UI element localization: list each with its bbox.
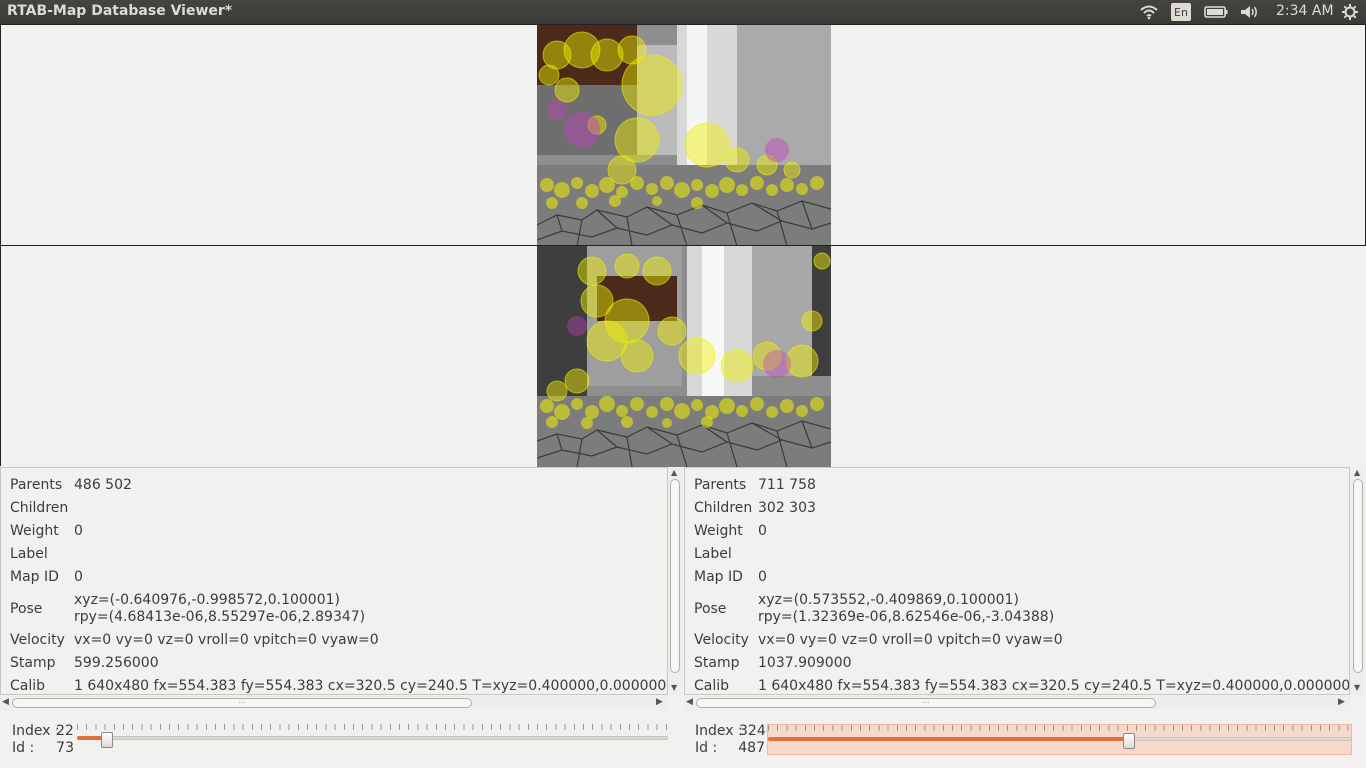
index-value: 22: [56, 723, 74, 739]
children-value: 302 303: [758, 500, 816, 516]
image-view-a[interactable]: [0, 24, 1366, 246]
scroll-right-arrow-icon[interactable]: ▶: [656, 697, 663, 707]
parents-label: Parents: [694, 477, 747, 493]
velocity-value: vx=0 vy=0 vz=0 vroll=0 vpitch=0 vyaw=0: [74, 632, 379, 648]
mapid-label: Map ID: [694, 569, 743, 585]
pose-label: Pose: [10, 601, 43, 617]
id-label: Id :: [695, 740, 718, 756]
clock[interactable]: 2:34 AM: [1276, 3, 1334, 19]
node-index-slider-right[interactable]: [767, 724, 1352, 755]
weight-value: 0: [758, 523, 767, 539]
node-index-slider-left[interactable]: [77, 724, 668, 752]
top-panel: RTAB-Map Database Viewer* En 2:34 AM: [0, 0, 1366, 24]
scroll-right-arrow-icon[interactable]: ▶: [1338, 697, 1345, 707]
scrollbar-thumb[interactable]: [1353, 479, 1363, 673]
scroll-down-arrow-icon[interactable]: ▼: [1354, 683, 1360, 692]
mapid-label: Map ID: [10, 569, 59, 585]
calib-label: Calib: [10, 678, 46, 694]
right-info-horizontal-scrollbar[interactable]: ◀ ··· ▶: [684, 696, 1350, 710]
slider-ticks: [77, 724, 668, 730]
left-info-horizontal-scrollbar[interactable]: ◀ ··· ▶: [0, 696, 668, 710]
scroll-down-arrow-icon[interactable]: ▼: [671, 683, 677, 692]
parents-label: Parents: [10, 477, 63, 493]
weight-label: Weight: [10, 523, 59, 539]
scroll-left-arrow-icon[interactable]: ◀: [686, 697, 693, 707]
scroll-up-arrow-icon[interactable]: ▲: [1354, 468, 1360, 477]
parents-value: 711 758: [758, 477, 816, 493]
window-title: RTAB-Map Database Viewer*: [7, 3, 233, 19]
stamp-value: 1037.909000: [758, 655, 852, 671]
weight-label: Weight: [694, 523, 743, 539]
index-label: Index :: [695, 723, 743, 739]
calib-value: 1 640x480 fx=554.383 fy=554.383 cx=320.5…: [758, 678, 1350, 694]
pose-xyz-value: xyz=(0.573552,-0.409869,0.100001): [758, 592, 1019, 608]
id-label: Id :: [12, 740, 35, 756]
node-info-left[interactable]: Parents 486 502 Children Weight 0 Label Ma…: [0, 467, 668, 695]
id-value: 73: [56, 740, 74, 756]
parents-value: 486 502: [74, 477, 132, 493]
id-value: 487: [738, 740, 765, 756]
slider-handle[interactable]: [1123, 733, 1135, 749]
pose-rpy-value: rpy=(1.32369e-06,8.62546e-06,-3.04388): [758, 609, 1055, 625]
left-info-vertical-scrollbar[interactable]: ▲ ▼: [668, 467, 682, 695]
stamp-label: Stamp: [694, 655, 740, 671]
slider-groove: [77, 736, 668, 740]
scroll-left-arrow-icon[interactable]: ◀: [2, 697, 9, 707]
children-label: Children: [10, 500, 69, 516]
mapid-value: 0: [74, 569, 83, 585]
slider-fill: [768, 737, 1129, 741]
battery-icon[interactable]: [1203, 0, 1229, 24]
keyboard-layout-indicator[interactable]: En: [1171, 3, 1191, 21]
index-label: Index :: [12, 723, 60, 739]
image-view-b[interactable]: [0, 245, 1366, 467]
scrollbar-thumb[interactable]: [670, 479, 680, 673]
slider-handle[interactable]: [101, 732, 113, 748]
pose-xyz-value: xyz=(-0.640976,-0.998572,0.100001): [74, 592, 340, 608]
velocity-value: vx=0 vy=0 vz=0 vroll=0 vpitch=0 vyaw=0: [758, 632, 1063, 648]
calib-label: Calib: [694, 678, 730, 694]
right-info-vertical-scrollbar[interactable]: ▲ ▼: [1351, 467, 1365, 695]
calib-value: 1 640x480 fx=554.383 fy=554.383 cx=320.5…: [74, 678, 668, 694]
camera-image-b: [537, 246, 831, 467]
label-label: Label: [694, 546, 732, 562]
stamp-label: Stamp: [10, 655, 56, 671]
stamp-value: 599.256000: [74, 655, 159, 671]
volume-icon[interactable]: [1238, 0, 1262, 24]
node-info-right[interactable]: Parents 711 758 Children 302 303 Weight 0 L…: [684, 467, 1350, 695]
scrollbar-thumb[interactable]: ···: [696, 698, 1156, 708]
pose-rpy-value: rpy=(4.68413e-06,8.55297e-06,2.89347): [74, 609, 366, 625]
weight-value: 0: [74, 523, 83, 539]
scrollbar-thumb[interactable]: ···: [12, 698, 472, 708]
wifi-icon[interactable]: [1138, 0, 1160, 24]
camera-image-a: [537, 25, 831, 246]
slider-ticks: [768, 725, 1351, 731]
mapid-value: 0: [758, 569, 767, 585]
pose-label: Pose: [694, 601, 727, 617]
scroll-up-arrow-icon[interactable]: ▲: [671, 468, 677, 477]
children-label: Children: [694, 500, 753, 516]
velocity-label: Velocity: [10, 632, 65, 648]
velocity-label: Velocity: [694, 632, 749, 648]
index-value: 324: [739, 723, 766, 739]
label-label: Label: [10, 546, 48, 562]
gear-icon[interactable]: [1339, 0, 1361, 24]
